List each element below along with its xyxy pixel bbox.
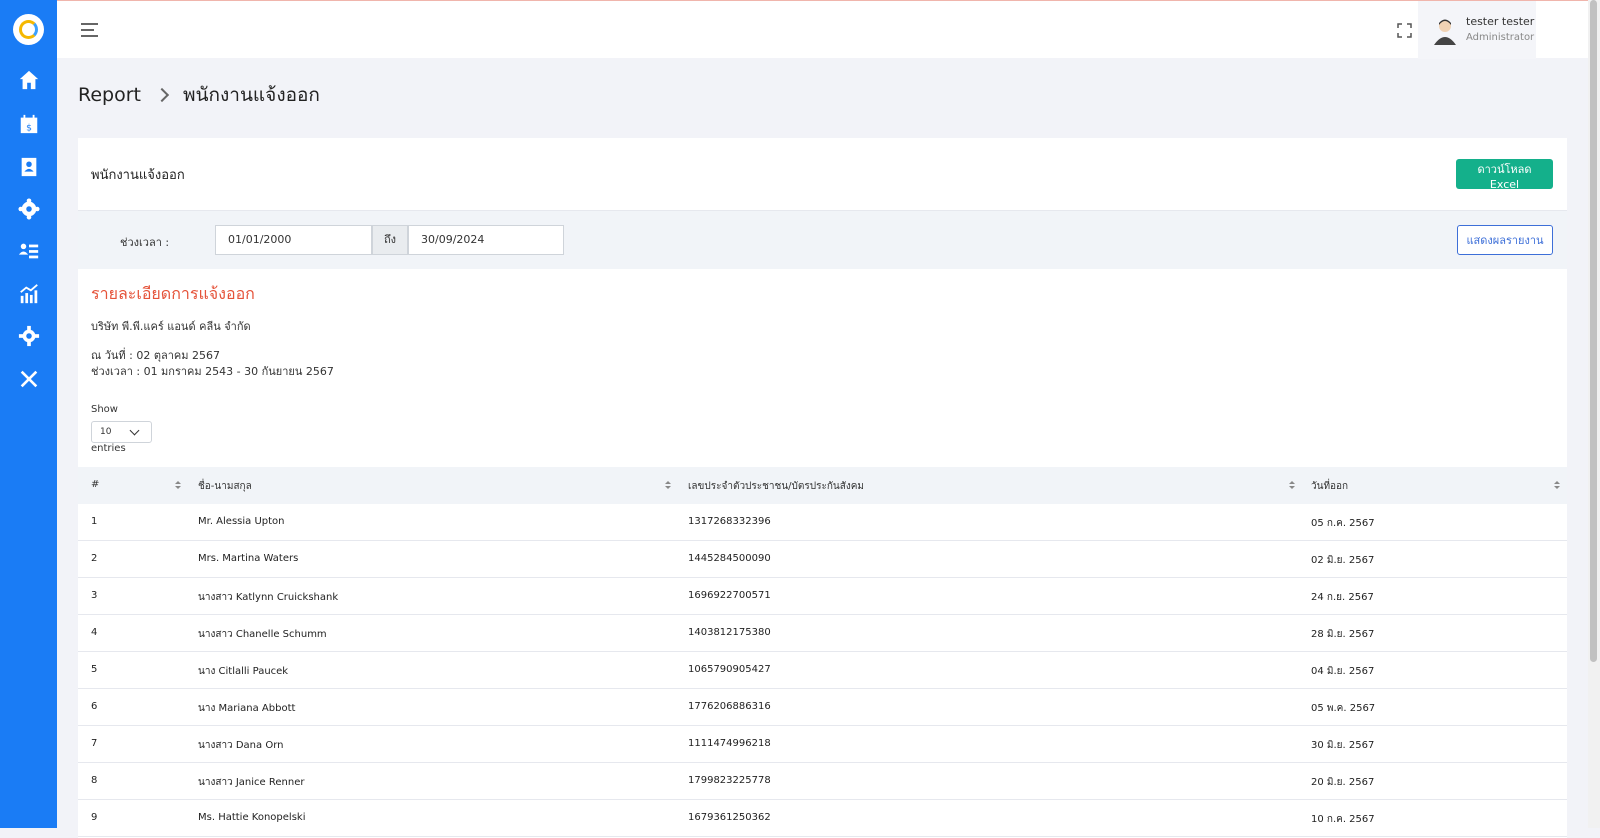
row-id: 1696922700571 bbox=[688, 590, 771, 601]
sort-icon[interactable] bbox=[1554, 481, 1560, 491]
section-title: รายละเอียดการแจ้งออก bbox=[91, 284, 255, 303]
col-header-name[interactable]: ชื่อ-นามสกุล bbox=[198, 479, 252, 494]
row-id: 1799823225778 bbox=[688, 775, 771, 786]
show-label: Show bbox=[91, 404, 118, 415]
table-row: 1 Mr. Alessia Upton 1317268332396 05 ก.ค… bbox=[78, 504, 1567, 541]
table-row: 5 นาง Citlalli Paucek 1065790905427 04 ม… bbox=[78, 652, 1567, 689]
sort-icon[interactable] bbox=[1289, 481, 1295, 491]
svg-text:$: $ bbox=[26, 122, 32, 133]
row-date: 28 มิ.ย. 2567 bbox=[1311, 629, 1375, 640]
row-id: 1679361250362 bbox=[688, 812, 771, 823]
row-id: 1317268332396 bbox=[688, 516, 771, 527]
entries-label: entries bbox=[91, 443, 126, 454]
tools-icon[interactable] bbox=[17, 367, 41, 391]
calendar-dollar-icon[interactable]: $ bbox=[17, 112, 41, 136]
company-name: บริษัท พี.พี.แคร์ แอนด์ คลีน จำกัด bbox=[91, 320, 251, 333]
table-row: 2 Mrs. Martina Waters 1445284500090 02 ม… bbox=[78, 541, 1567, 578]
row-name: นาง Mariana Abbott bbox=[198, 703, 296, 714]
date-to-input[interactable]: 30/09/2024 bbox=[408, 225, 564, 255]
row-name: นาง Citlalli Paucek bbox=[198, 666, 289, 677]
row-date: 20 มิ.ย. 2567 bbox=[1311, 777, 1375, 788]
row-name: นางสาว Katlynn Cruickshank bbox=[198, 592, 339, 603]
row-number: 2 bbox=[91, 553, 98, 564]
date-filter: ช่วงเวลา : 01/01/2000 ถึง 30/09/2024 แสด… bbox=[78, 210, 1567, 269]
row-id: 1403812175380 bbox=[688, 627, 771, 638]
sort-icon[interactable] bbox=[665, 481, 671, 491]
row-date: 05 พ.ค. 2567 bbox=[1311, 703, 1376, 714]
row-date: 30 มิ.ย. 2567 bbox=[1311, 740, 1375, 751]
row-number: 6 bbox=[91, 701, 98, 712]
gear-icon[interactable] bbox=[17, 324, 41, 348]
row-number: 9 bbox=[91, 812, 98, 823]
row-number: 8 bbox=[91, 775, 98, 786]
row-number: 5 bbox=[91, 664, 98, 675]
users-cog-icon[interactable] bbox=[17, 197, 41, 221]
table-row: 9 Ms. Hattie Konopelski 1679361250362 10… bbox=[78, 800, 1567, 837]
row-date: 05 ก.ค. 2567 bbox=[1311, 518, 1375, 529]
menu-toggle-icon[interactable] bbox=[81, 23, 98, 37]
scrollbar-thumb[interactable] bbox=[1590, 0, 1597, 662]
avatar bbox=[1434, 19, 1456, 45]
logo[interactable] bbox=[13, 14, 44, 45]
row-date: 10 ก.ค. 2567 bbox=[1311, 814, 1375, 825]
col-header-id[interactable]: เลขประจำตัวประชาชน/บัตรประกันสังคม bbox=[688, 479, 864, 494]
col-header-date[interactable]: วันที่ออก bbox=[1311, 479, 1348, 494]
home-icon[interactable] bbox=[17, 68, 41, 92]
fullscreen-icon[interactable] bbox=[1397, 23, 1412, 38]
col-header-number[interactable]: # bbox=[91, 479, 99, 490]
table-row: 7 นางสาว Dana Orn 1111474996218 30 มิ.ย.… bbox=[78, 726, 1567, 763]
row-name: Mrs. Martina Waters bbox=[198, 553, 299, 564]
filter-label: ช่วงเวลา : bbox=[120, 236, 170, 249]
page-scrollbar[interactable] bbox=[1588, 0, 1600, 828]
row-number: 1 bbox=[91, 516, 98, 527]
date-from-input[interactable]: 01/01/2000 bbox=[215, 225, 372, 255]
row-name: Ms. Hattie Konopelski bbox=[198, 812, 306, 823]
table-row: 6 นาง Mariana Abbott 1776206886316 05 พ.… bbox=[78, 689, 1567, 726]
row-date: 02 มิ.ย. 2567 bbox=[1311, 555, 1375, 566]
row-name: Mr. Alessia Upton bbox=[198, 516, 285, 527]
table-row: 3 นางสาว Katlynn Cruickshank 16969227005… bbox=[78, 578, 1567, 615]
card-title: พนักงานแจ้งออก bbox=[91, 168, 185, 183]
show-report-button[interactable]: แสดงผลรายงาน bbox=[1457, 225, 1553, 255]
row-id: 1065790905427 bbox=[688, 664, 771, 675]
chevron-right-icon bbox=[154, 87, 170, 103]
logo-mark bbox=[19, 20, 38, 39]
entries-value: 10 bbox=[100, 427, 112, 437]
download-excel-button[interactable]: ดาวน์โหลด Excel bbox=[1456, 159, 1553, 191]
table-header: # ชื่อ-นามสกุล เลขประจำตัวประชาชน/บัตรปร… bbox=[78, 467, 1567, 504]
user-name: tester tester bbox=[1466, 15, 1535, 28]
report-period: ช่วงเวลา : 01 มกราคม 2543 - 30 กันยายน 2… bbox=[91, 365, 334, 378]
contact-book-icon[interactable] bbox=[17, 155, 41, 179]
row-number: 4 bbox=[91, 627, 98, 638]
breadcrumb-current: พนักงานแจ้งออก bbox=[182, 84, 320, 106]
row-number: 7 bbox=[91, 738, 98, 749]
user-menu[interactable]: tester tester Administrator bbox=[1418, 1, 1536, 59]
row-name: นางสาว Chanelle Schumm bbox=[198, 629, 327, 640]
entries-select[interactable]: 10 bbox=[91, 421, 152, 443]
chevron-down-icon bbox=[129, 425, 140, 436]
user-role: Administrator bbox=[1466, 32, 1535, 43]
table-row: 8 นางสาว Janice Renner 1799823225778 20 … bbox=[78, 763, 1567, 800]
breadcrumb-root[interactable]: Report bbox=[78, 84, 141, 106]
chart-icon[interactable] bbox=[17, 282, 41, 306]
row-number: 3 bbox=[91, 590, 98, 601]
sidebar: $ bbox=[0, 0, 57, 828]
row-date: 04 มิ.ย. 2567 bbox=[1311, 666, 1375, 677]
row-date: 24 ก.ย. 2567 bbox=[1311, 592, 1374, 603]
breadcrumb: Report พนักงานแจ้งออก bbox=[78, 80, 320, 110]
report-card: พนักงานแจ้งออก ดาวน์โหลด Excel ช่วงเวลา … bbox=[78, 138, 1567, 838]
row-name: นางสาว Dana Orn bbox=[198, 740, 284, 751]
row-id: 1776206886316 bbox=[688, 701, 771, 712]
date-to-label: ถึง bbox=[372, 225, 408, 255]
user-list-icon[interactable] bbox=[17, 239, 41, 263]
sort-icon[interactable] bbox=[175, 481, 181, 491]
row-name: นางสาว Janice Renner bbox=[198, 777, 305, 788]
row-id: 1111474996218 bbox=[688, 738, 771, 749]
row-id: 1445284500090 bbox=[688, 553, 771, 564]
topbar: tester tester Administrator bbox=[57, 0, 1588, 59]
table-row: 4 นางสาว Chanelle Schumm 1403812175380 2… bbox=[78, 615, 1567, 652]
